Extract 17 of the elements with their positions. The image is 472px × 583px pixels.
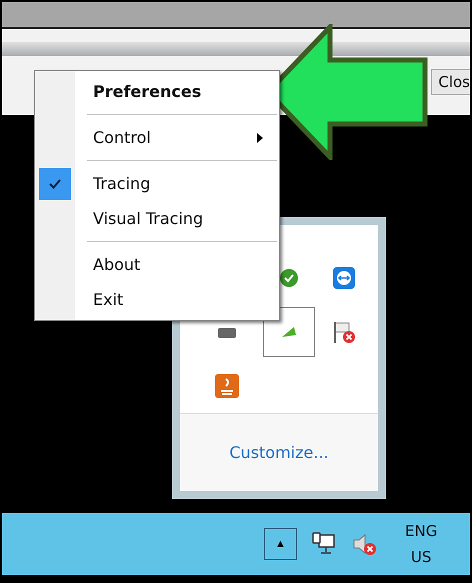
menu-item[interactable]: About [93, 255, 140, 274]
menu-item[interactable]: Control [93, 128, 151, 147]
menu-item[interactable]: Preferences [93, 82, 202, 101]
menu-item[interactable]: Tracing [93, 174, 150, 193]
show-hidden-icons-button[interactable]: ▲ [264, 528, 297, 560]
language-indicator[interactable]: US [410, 544, 432, 570]
menu-item[interactable]: Exit [93, 290, 124, 309]
customize-link[interactable]: Customize... [229, 443, 329, 462]
check-circle-icon[interactable] [278, 267, 300, 289]
remote-control-icon[interactable] [332, 266, 356, 290]
cup-icon[interactable] [214, 373, 240, 399]
close-button[interactable]: Clos [431, 68, 470, 94]
language-indicator[interactable]: ENG [405, 518, 438, 544]
network-icon[interactable] [311, 531, 337, 557]
muted-speaker-icon[interactable] [351, 531, 377, 557]
menu-item[interactable]: Visual Tracing [93, 209, 204, 228]
flag-error-icon[interactable] [331, 319, 357, 345]
